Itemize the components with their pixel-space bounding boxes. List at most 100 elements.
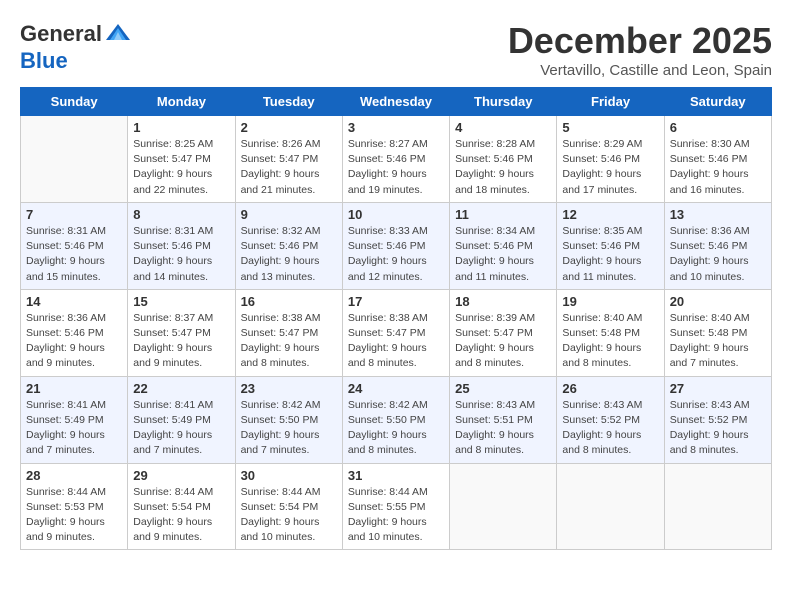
cell-info: Sunrise: 8:40 AMSunset: 5:48 PMDaylight:… bbox=[670, 311, 766, 372]
day-number: 25 bbox=[455, 381, 551, 396]
cell-info: Sunrise: 8:41 AMSunset: 5:49 PMDaylight:… bbox=[26, 398, 122, 459]
day-number: 28 bbox=[26, 468, 122, 483]
calendar-cell: 8 Sunrise: 8:31 AMSunset: 5:46 PMDaylight… bbox=[128, 202, 235, 289]
day-number: 31 bbox=[348, 468, 444, 483]
month-title: December 2025 bbox=[508, 20, 772, 62]
cell-info: Sunrise: 8:25 AMSunset: 5:47 PMDaylight:… bbox=[133, 137, 229, 198]
calendar-cell bbox=[21, 116, 128, 203]
calendar-cell: 5 Sunrise: 8:29 AMSunset: 5:46 PMDaylight… bbox=[557, 116, 664, 203]
calendar-cell: 12 Sunrise: 8:35 AMSunset: 5:46 PMDayligh… bbox=[557, 202, 664, 289]
calendar-cell: 7 Sunrise: 8:31 AMSunset: 5:46 PMDaylight… bbox=[21, 202, 128, 289]
weekday-header-thursday: Thursday bbox=[450, 88, 557, 116]
calendar-cell: 26 Sunrise: 8:43 AMSunset: 5:52 PMDayligh… bbox=[557, 376, 664, 463]
cell-info: Sunrise: 8:44 AMSunset: 5:53 PMDaylight:… bbox=[26, 485, 122, 546]
cell-info: Sunrise: 8:38 AMSunset: 5:47 PMDaylight:… bbox=[348, 311, 444, 372]
cell-info: Sunrise: 8:39 AMSunset: 5:47 PMDaylight:… bbox=[455, 311, 551, 372]
day-number: 4 bbox=[455, 120, 551, 135]
day-number: 16 bbox=[241, 294, 337, 309]
day-number: 17 bbox=[348, 294, 444, 309]
day-number: 7 bbox=[26, 207, 122, 222]
calendar-cell: 29 Sunrise: 8:44 AMSunset: 5:54 PMDayligh… bbox=[128, 463, 235, 550]
day-number: 12 bbox=[562, 207, 658, 222]
calendar-cell bbox=[664, 463, 771, 550]
logo: General Blue bbox=[20, 20, 132, 74]
weekday-header-monday: Monday bbox=[128, 88, 235, 116]
calendar-cell: 23Sunrise: 8:42 AMSunset: 5:50 PMDayligh… bbox=[235, 376, 342, 463]
calendar-cell: 13 Sunrise: 8:36 AMSunset: 5:46 PMDayligh… bbox=[664, 202, 771, 289]
calendar-cell: 11Sunrise: 8:34 AMSunset: 5:46 PMDayligh… bbox=[450, 202, 557, 289]
logo-icon bbox=[104, 20, 132, 48]
calendar-week-row: 28 Sunrise: 8:44 AMSunset: 5:53 PMDayligh… bbox=[21, 463, 772, 550]
calendar-table: SundayMondayTuesdayWednesdayThursdayFrid… bbox=[20, 87, 772, 550]
cell-info: Sunrise: 8:26 AMSunset: 5:47 PMDaylight:… bbox=[241, 137, 337, 198]
cell-info: Sunrise: 8:38 AMSunset: 5:47 PMDaylight:… bbox=[241, 311, 337, 372]
location-text: Vertavillo, Castille and Leon, Spain bbox=[508, 62, 772, 79]
cell-info: Sunrise: 8:35 AMSunset: 5:46 PMDaylight:… bbox=[562, 224, 658, 285]
cell-info: Sunrise: 8:44 AMSunset: 5:55 PMDaylight:… bbox=[348, 485, 444, 546]
calendar-cell bbox=[557, 463, 664, 550]
day-number: 21 bbox=[26, 381, 122, 396]
cell-info: Sunrise: 8:29 AMSunset: 5:46 PMDaylight:… bbox=[562, 137, 658, 198]
cell-info: Sunrise: 8:44 AMSunset: 5:54 PMDaylight:… bbox=[241, 485, 337, 546]
cell-info: Sunrise: 8:37 AMSunset: 5:47 PMDaylight:… bbox=[133, 311, 229, 372]
day-number: 26 bbox=[562, 381, 658, 396]
cell-info: Sunrise: 8:36 AMSunset: 5:46 PMDaylight:… bbox=[670, 224, 766, 285]
cell-info: Sunrise: 8:43 AMSunset: 5:51 PMDaylight:… bbox=[455, 398, 551, 459]
cell-info: Sunrise: 8:31 AMSunset: 5:46 PMDaylight:… bbox=[26, 224, 122, 285]
calendar-cell: 4 Sunrise: 8:28 AMSunset: 5:46 PMDaylight… bbox=[450, 116, 557, 203]
calendar-cell: 1 Sunrise: 8:25 AMSunset: 5:47 PMDaylight… bbox=[128, 116, 235, 203]
day-number: 18 bbox=[455, 294, 551, 309]
weekday-header-sunday: Sunday bbox=[21, 88, 128, 116]
calendar-cell: 14Sunrise: 8:36 AMSunset: 5:46 PMDayligh… bbox=[21, 289, 128, 376]
logo-blue-text: Blue bbox=[20, 48, 68, 74]
day-number: 29 bbox=[133, 468, 229, 483]
calendar-cell: 16 Sunrise: 8:38 AMSunset: 5:47 PMDayligh… bbox=[235, 289, 342, 376]
day-number: 5 bbox=[562, 120, 658, 135]
day-number: 1 bbox=[133, 120, 229, 135]
calendar-week-row: 1 Sunrise: 8:25 AMSunset: 5:47 PMDaylight… bbox=[21, 116, 772, 203]
calendar-cell: 21 Sunrise: 8:41 AMSunset: 5:49 PMDayligh… bbox=[21, 376, 128, 463]
day-number: 14 bbox=[26, 294, 122, 309]
calendar-cell: 25 Sunrise: 8:43 AMSunset: 5:51 PMDayligh… bbox=[450, 376, 557, 463]
day-number: 30 bbox=[241, 468, 337, 483]
day-number: 8 bbox=[133, 207, 229, 222]
day-number: 27 bbox=[670, 381, 766, 396]
day-number: 10 bbox=[348, 207, 444, 222]
day-number: 22 bbox=[133, 381, 229, 396]
page-header: General Blue December 2025 Vertavillo, C… bbox=[20, 20, 772, 79]
calendar-cell: 6Sunrise: 8:30 AMSunset: 5:46 PMDaylight… bbox=[664, 116, 771, 203]
day-number: 11 bbox=[455, 207, 551, 222]
cell-info: Sunrise: 8:32 AMSunset: 5:46 PMDaylight:… bbox=[241, 224, 337, 285]
calendar-cell: 15Sunrise: 8:37 AMSunset: 5:47 PMDayligh… bbox=[128, 289, 235, 376]
cell-info: Sunrise: 8:40 AMSunset: 5:48 PMDaylight:… bbox=[562, 311, 658, 372]
day-number: 3 bbox=[348, 120, 444, 135]
calendar-cell: 31 Sunrise: 8:44 AMSunset: 5:55 PMDayligh… bbox=[342, 463, 449, 550]
cell-info: Sunrise: 8:43 AMSunset: 5:52 PMDaylight:… bbox=[670, 398, 766, 459]
day-number: 20 bbox=[670, 294, 766, 309]
cell-info: Sunrise: 8:31 AMSunset: 5:46 PMDaylight:… bbox=[133, 224, 229, 285]
weekday-header-row: SundayMondayTuesdayWednesdayThursdayFrid… bbox=[21, 88, 772, 116]
calendar-cell: 28 Sunrise: 8:44 AMSunset: 5:53 PMDayligh… bbox=[21, 463, 128, 550]
cell-info: Sunrise: 8:43 AMSunset: 5:52 PMDaylight:… bbox=[562, 398, 658, 459]
day-number: 9 bbox=[241, 207, 337, 222]
cell-info: Sunrise: 8:28 AMSunset: 5:46 PMDaylight:… bbox=[455, 137, 551, 198]
day-number: 23 bbox=[241, 381, 337, 396]
day-number: 13 bbox=[670, 207, 766, 222]
title-section: December 2025 Vertavillo, Castille and L… bbox=[508, 20, 772, 79]
calendar-cell: 24Sunrise: 8:42 AMSunset: 5:50 PMDayligh… bbox=[342, 376, 449, 463]
weekday-header-wednesday: Wednesday bbox=[342, 88, 449, 116]
calendar-cell: 2Sunrise: 8:26 AMSunset: 5:47 PMDaylight… bbox=[235, 116, 342, 203]
day-number: 24 bbox=[348, 381, 444, 396]
calendar-week-row: 14Sunrise: 8:36 AMSunset: 5:46 PMDayligh… bbox=[21, 289, 772, 376]
calendar-cell: 3 Sunrise: 8:27 AMSunset: 5:46 PMDaylight… bbox=[342, 116, 449, 203]
calendar-cell: 27 Sunrise: 8:43 AMSunset: 5:52 PMDayligh… bbox=[664, 376, 771, 463]
calendar-cell: 30 Sunrise: 8:44 AMSunset: 5:54 PMDayligh… bbox=[235, 463, 342, 550]
cell-info: Sunrise: 8:44 AMSunset: 5:54 PMDaylight:… bbox=[133, 485, 229, 546]
calendar-cell: 10Sunrise: 8:33 AMSunset: 5:46 PMDayligh… bbox=[342, 202, 449, 289]
calendar-cell: 18 Sunrise: 8:39 AMSunset: 5:47 PMDayligh… bbox=[450, 289, 557, 376]
weekday-header-friday: Friday bbox=[557, 88, 664, 116]
cell-info: Sunrise: 8:27 AMSunset: 5:46 PMDaylight:… bbox=[348, 137, 444, 198]
calendar-cell: 22Sunrise: 8:41 AMSunset: 5:49 PMDayligh… bbox=[128, 376, 235, 463]
calendar-cell: 17 Sunrise: 8:38 AMSunset: 5:47 PMDayligh… bbox=[342, 289, 449, 376]
weekday-header-saturday: Saturday bbox=[664, 88, 771, 116]
